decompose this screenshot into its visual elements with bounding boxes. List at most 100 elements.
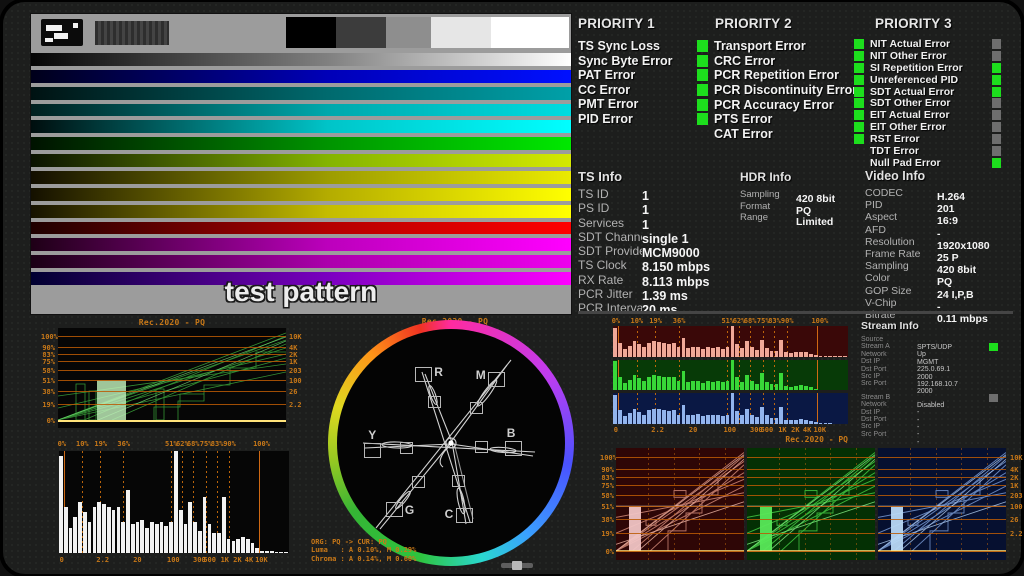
axis-tick-label: 100% [811, 317, 828, 325]
status-led-icon [854, 75, 864, 85]
vectorscope-target-label: Y [368, 428, 376, 442]
status-led-icon [854, 158, 864, 168]
hdr-info-title: HDR Info [740, 170, 791, 184]
axis-tick-label: 100% [253, 440, 270, 448]
histogram-bar [121, 522, 125, 553]
histogram-bar [160, 522, 164, 553]
histogram-bar [726, 381, 730, 390]
histogram-bar [799, 419, 803, 424]
rgb-histogram-nits-axis: 02.2201003005001K2K4K10K [613, 426, 848, 434]
histogram-bar [706, 381, 710, 390]
luma-histogram-scope[interactable]: 0%10%19%36%51%62%68%75%83%90%100% 02.220… [41, 439, 303, 567]
test-pattern-header [31, 14, 571, 51]
histogram-bar [804, 420, 808, 424]
status-led-icon [854, 87, 864, 97]
ts-info-label: TS ID [578, 187, 642, 201]
histogram-bar [136, 522, 140, 553]
graticule-line [936, 448, 937, 560]
axis-tick-label: 0 [614, 426, 618, 434]
histogram-bar [174, 451, 178, 553]
histogram-bar [265, 551, 269, 553]
axis-tick-label: 58% [600, 492, 614, 500]
video-preview-test-pattern[interactable]: test pattern [31, 14, 571, 314]
histogram-bar [83, 512, 87, 553]
histogram-bar [735, 411, 739, 424]
video-info-row: PID201 [865, 199, 1013, 211]
scrollbar-thumb[interactable] [512, 561, 522, 570]
priority3-item: EIT Actual Error [854, 109, 986, 121]
histogram-bar [770, 351, 774, 357]
histogram-bar [716, 381, 720, 390]
priority3-item: TDT Error [854, 145, 986, 157]
test-pattern-color-bar [31, 87, 571, 100]
histogram-bar [251, 543, 255, 553]
axis-tick-label: 2.2 [96, 556, 109, 564]
histogram-bar [828, 423, 832, 424]
axis-tick-label: 90% [223, 440, 236, 448]
axis-tick-label: 10K [289, 333, 302, 341]
axis-tick-label: 1K [778, 426, 786, 434]
histogram-bar [765, 415, 769, 424]
stream-info-row: NetworkMGMT [861, 351, 1011, 358]
graticule-line [58, 361, 286, 362]
priority3-item: SDT Other Error [854, 97, 986, 109]
histogram-bar [236, 539, 240, 553]
histogram-bar [775, 418, 779, 424]
histogram-bar [745, 341, 749, 356]
rgb-parade-scope[interactable]: 100%90%83%75%58%51%38%19%0% 10K4K2K1K203… [603, 446, 1019, 564]
histogram-bar [760, 373, 764, 390]
graticule-line [910, 448, 911, 560]
axis-tick-label: 0% [41, 417, 55, 425]
histogram-bar [179, 510, 183, 553]
vectorscope-target-label: G [405, 503, 414, 517]
histogram-bar [633, 375, 637, 390]
axis-tick-label: 36% [117, 440, 130, 448]
histogram-bar [647, 377, 651, 391]
histogram-bar [628, 413, 632, 424]
luma-waveform-scope[interactable]: Rec.2020 - PQ 100%90%83%75%58%51%38%19%0… [41, 317, 303, 435]
stream-info-row: Stream AUp [861, 343, 1011, 350]
axis-tick-label: 10% [76, 440, 89, 448]
axis-tick-label: 0% [600, 548, 614, 556]
priority3-item-label: RST Error [870, 133, 982, 145]
histogram-bar [217, 533, 221, 553]
red-parade-panel [616, 448, 744, 560]
histogram-bar [59, 456, 63, 553]
histogram-bar [88, 522, 92, 553]
stream-info-row: SourceSPTS/UDP [861, 336, 1011, 343]
histogram-bar [740, 348, 744, 357]
histogram-bar [169, 522, 173, 553]
red-histogram [613, 326, 848, 357]
green-parade-panel [747, 448, 875, 560]
vectorscope-inner-box-r [428, 396, 441, 408]
rgb-histograms-scope[interactable]: 0%10%19%36%51%62%68%75%83%90%100% 02.220… [604, 316, 854, 446]
histogram-bar [721, 349, 725, 357]
ts-info-label: SDT Channel [578, 230, 642, 244]
axis-tick-label: 2.2 [1010, 530, 1023, 538]
vectorscope-target-box-c [456, 508, 473, 523]
histogram-bar [647, 343, 651, 357]
ts-info-row: SDT ProviderMCM9000 [578, 244, 758, 258]
scope-scrollbar[interactable] [501, 563, 533, 568]
axis-tick-label: 4K [245, 556, 253, 564]
histogram-bar [682, 338, 686, 357]
histogram-bar [799, 352, 803, 357]
status-led-icon [854, 110, 864, 120]
status-led-icon [854, 146, 864, 156]
video-info-row: CODECH.264 [865, 187, 1013, 199]
axis-tick-label: 19% [600, 530, 614, 538]
status-led-icon [697, 40, 708, 52]
histogram-bar [750, 347, 754, 356]
histogram-bar [789, 353, 793, 357]
histogram-bar [284, 552, 288, 553]
vectorscope[interactable]: Rec.2020 - PQ [309, 316, 601, 566]
axis-tick-label: 1K [221, 556, 229, 564]
axis-tick-label: 4K [803, 426, 811, 434]
status-led-icon [992, 75, 1001, 85]
histogram-bar [657, 376, 661, 391]
histogram-bar [716, 347, 720, 356]
test-pattern-color-bar [31, 70, 571, 83]
status-led-icon [992, 98, 1001, 108]
test-pattern-color-bar [31, 222, 571, 235]
grayscale-steps [286, 17, 569, 48]
